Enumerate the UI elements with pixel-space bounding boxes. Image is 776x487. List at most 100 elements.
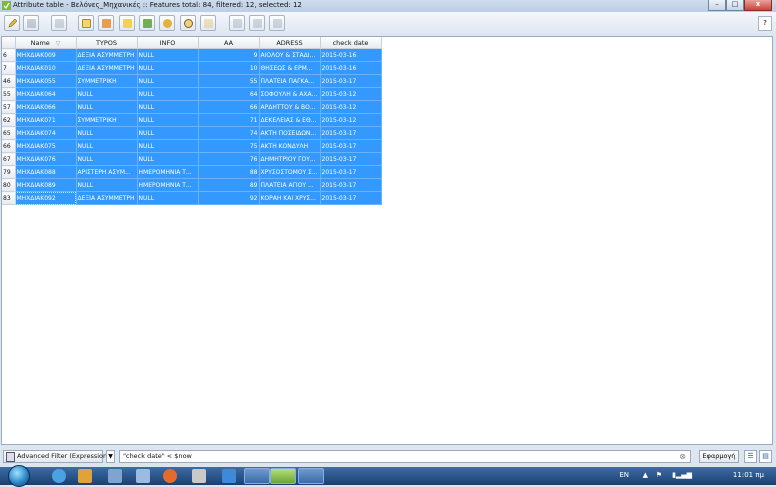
cell-check-date[interactable]: 2015-03-12 (320, 87, 382, 101)
close-button[interactable]: x (744, 0, 772, 11)
cell-name[interactable]: ΜΗΧΔΙΑΚ088 (15, 165, 77, 179)
cell-adress[interactable]: ΑΚΤΗ ΚΟΝΔΥΛΗ (259, 139, 321, 153)
row-id-header[interactable]: 83 (2, 191, 16, 205)
cell-adress[interactable]: ΧΡΥΣΟΣΤΟΜΟΥ Σ... (259, 165, 321, 179)
maximize-button[interactable]: □ (726, 0, 744, 11)
cell-adress[interactable]: ΣΟΦΟΥΛΗ & ΑΧΑ... (259, 87, 321, 101)
cell-info[interactable]: ΗΜΕΡΟΜΗΝΙΑ Τ... (137, 165, 199, 179)
table-row[interactable]: 66 ΜΗΧΔΙΑΚ075 NULL NULL 75 ΑΚΤΗ ΚΟΝΔΥΛΗ 2015-0… (2, 139, 382, 153)
new-column-button[interactable] (249, 15, 265, 31)
cell-info[interactable]: NULL (137, 100, 199, 114)
table-row[interactable]: 65 ΜΗΧΔΙΑΚ074 NULL NULL 74 ΑΚΤΗ ΠΟΣΕΙΔΩΝ... 20… (2, 126, 382, 140)
cell-info[interactable]: NULL (137, 139, 199, 153)
media-player-icon[interactable] (78, 469, 92, 483)
settings-icon[interactable] (192, 469, 206, 483)
cell-name[interactable]: ΜΗΧΔΙΑΚ075 (15, 139, 77, 153)
row-id-header[interactable]: 79 (2, 165, 16, 179)
cell-info[interactable]: NULL (137, 191, 199, 205)
taskbar-attribute-window[interactable] (298, 468, 324, 484)
row-id-header[interactable]: 55 (2, 87, 16, 101)
table-view-button[interactable]: ☰ (744, 450, 757, 463)
cell-typos[interactable]: NULL (76, 87, 138, 101)
cell-typos[interactable]: NULL (76, 100, 138, 114)
language-indicator[interactable]: EN (619, 471, 629, 479)
cell-adress[interactable]: ΘΗΣΕΩΣ & ΕΡΜ... (259, 61, 321, 75)
cell-info[interactable]: NULL (137, 74, 199, 88)
row-id-header[interactable]: 66 (2, 139, 16, 153)
table-row[interactable]: 6 ΜΗΧΔΙΑΚ009 ΔΕΞΙΑ ΑΣΥΜΜΕΤΡΗ NULL 9 ΑΙΟΛΟΥ & … (2, 48, 382, 62)
cell-aa[interactable]: 55 (198, 74, 260, 88)
row-id-header[interactable]: 7 (2, 61, 16, 75)
invert-selection-button[interactable] (98, 15, 114, 31)
filter-expression-input[interactable]: "check date" < $now ⊗ (119, 450, 691, 463)
table-row[interactable]: 79 ΜΗΧΔΙΑΚ088 ΑΡΙΣΤΕΡΗ ΑΣΥΜ... ΗΜΕΡΟΜΗΝΙΑ Τ… (2, 165, 382, 179)
row-id-header[interactable]: 80 (2, 178, 16, 192)
cell-name[interactable]: ΜΗΧΔΙΑΚ066 (15, 100, 77, 114)
row-id-header[interactable]: 46 (2, 74, 16, 88)
cell-check-date[interactable]: 2015-03-17 (320, 191, 382, 205)
cell-aa[interactable]: 71 (198, 113, 260, 127)
cell-info[interactable]: NULL (137, 87, 199, 101)
network-icon[interactable] (136, 469, 150, 483)
table-row[interactable]: 57 ΜΗΧΔΙΑΚ066 NULL NULL 66 ΑΡΔΗΤΤΟΥ & ΒΟ... 20… (2, 100, 382, 114)
cell-check-date[interactable]: 2015-03-12 (320, 113, 382, 127)
cell-typos[interactable]: NULL (76, 126, 138, 140)
cell-aa[interactable]: 76 (198, 152, 260, 166)
pan-to-selected-button[interactable] (159, 15, 175, 31)
cell-adress[interactable]: ΑΚΤΗ ΠΟΣΕΙΔΩΝ... (259, 126, 321, 140)
show-hidden-icons[interactable]: ▲ (643, 471, 648, 479)
cell-adress[interactable]: ΔΗΜΗΤΡΙΟΥ ΓΟΥ... (259, 152, 321, 166)
cell-aa[interactable]: 74 (198, 126, 260, 140)
cell-aa[interactable]: 10 (198, 61, 260, 75)
corner-header[interactable] (2, 37, 16, 49)
table-row[interactable]: 67 ΜΗΧΔΙΑΚ076 NULL NULL 76 ΔΗΜΗΤΡΙΟΥ ΓΟΥ... 20… (2, 152, 382, 166)
cell-adress[interactable]: ΚΟΡΑΗ ΚΑΙ ΧΡΥΣ... (259, 191, 321, 205)
cell-adress[interactable]: ΠΛΑΤΕΙΑ ΠΑΓΚΑ... (259, 74, 321, 88)
cell-name[interactable]: ΜΗΧΔΙΑΚ089 (15, 178, 77, 192)
delete-selected-button[interactable] (51, 15, 67, 31)
cell-typos[interactable]: ΑΡΙΣΤΕΡΗ ΑΣΥΜ... (76, 165, 138, 179)
table-row[interactable]: 80 ΜΗΧΔΙΑΚ089 NULL ΗΜΕΡΟΜΗΝΙΑ Τ... 89 ΠΛΑΤΕΙΑ… (2, 178, 382, 192)
paste-rows-button[interactable] (229, 15, 245, 31)
cell-name[interactable]: ΜΗΧΔΙΑΚ092 (15, 191, 77, 205)
save-edits-button[interactable] (23, 15, 39, 31)
cell-aa[interactable]: 75 (198, 139, 260, 153)
cell-name[interactable]: ΜΗΧΔΙΑΚ009 (15, 48, 77, 62)
cell-check-date[interactable]: 2015-03-16 (320, 48, 382, 62)
column-header-name[interactable]: Name ▽ (15, 37, 77, 49)
flag-icon[interactable]: ⚑ (656, 471, 662, 479)
cell-check-date[interactable]: 2015-03-12 (320, 100, 382, 114)
column-header-typos[interactable]: TYPOS (76, 37, 138, 49)
cell-check-date[interactable]: 2015-03-17 (320, 126, 382, 140)
firefox-icon[interactable] (163, 469, 177, 483)
cell-name[interactable]: ΜΗΧΔΙΑΚ055 (15, 74, 77, 88)
cell-info[interactable]: NULL (137, 152, 199, 166)
cell-name[interactable]: ΜΗΧΔΙΑΚ064 (15, 87, 77, 101)
cell-name[interactable]: ΜΗΧΔΙΑΚ071 (15, 113, 77, 127)
cell-aa[interactable]: 89 (198, 178, 260, 192)
minimize-button[interactable]: – (708, 0, 726, 11)
apply-filter-button[interactable]: Εφαρμογή (699, 450, 739, 463)
row-id-header[interactable]: 62 (2, 113, 16, 127)
table-row[interactable]: 83 ΜΗΧΔΙΑΚ092 ΔΕΞΙΑ ΑΣΥΜΜΕΤΡΗ NULL 92 ΚΟΡΑΗ Κ… (2, 191, 382, 205)
cell-typos[interactable]: ΔΕΞΙΑ ΑΣΥΜΜΕΤΡΗ (76, 48, 138, 62)
clear-expression-icon[interactable]: ⊗ (679, 451, 686, 462)
select-by-expression-button[interactable] (78, 15, 94, 31)
toggle-editing-button[interactable] (4, 15, 20, 31)
cell-check-date[interactable]: 2015-03-17 (320, 165, 382, 179)
cell-info[interactable]: NULL (137, 48, 199, 62)
start-button[interactable] (8, 465, 30, 487)
filter-dropdown-button[interactable]: ▼ (106, 450, 115, 463)
column-header-aa[interactable]: AA (198, 37, 260, 49)
row-id-header[interactable]: 57 (2, 100, 16, 114)
taskbar-folder-window[interactable] (244, 468, 270, 484)
explorer-icon[interactable] (108, 469, 122, 483)
column-header-info[interactable]: INFO (137, 37, 199, 49)
zoom-to-selected-button[interactable] (180, 15, 196, 31)
cell-info[interactable]: NULL (137, 113, 199, 127)
table-row[interactable]: 55 ΜΗΧΔΙΑΚ064 NULL NULL 64 ΣΟΦΟΥΛΗ & ΑΧΑ... 20… (2, 87, 382, 101)
cell-typos[interactable]: ΣΥΜΜΕΤΡΙΚΗ (76, 74, 138, 88)
row-id-header[interactable]: 65 (2, 126, 16, 140)
cell-typos[interactable]: ΔΕΞΙΑ ΑΣΥΜΜΕΤΡΗ (76, 61, 138, 75)
cell-aa[interactable]: 9 (198, 48, 260, 62)
